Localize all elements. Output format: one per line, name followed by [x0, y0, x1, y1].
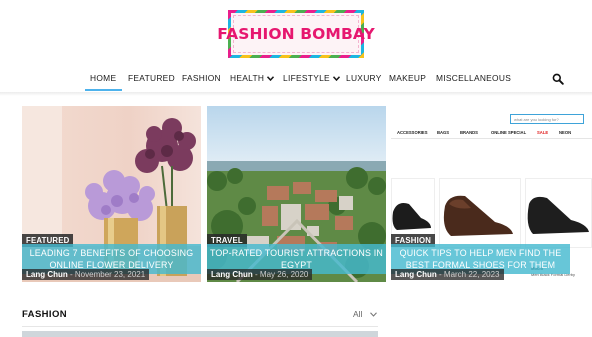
store-menu-item: BAGS: [437, 130, 450, 135]
logo-text: FASHION BOMBAY: [217, 25, 375, 43]
nav-item-label: FEATURED: [128, 73, 175, 83]
nav-item-label: LUXURY: [346, 73, 382, 83]
store-menu-item: BRANDS: [460, 130, 478, 135]
nav-item-label: LIFESTYLE: [283, 73, 330, 83]
author-link[interactable]: Lang Chun: [26, 270, 68, 279]
section-filter-dropdown[interactable]: All: [353, 309, 377, 319]
active-nav-indicator: [85, 89, 122, 91]
nav-item-label: MAKEUP: [389, 73, 427, 83]
nav-item-miscellaneous[interactable]: MISCELLANEOUS: [436, 73, 511, 83]
travel-post-card[interactable]: TRAVEL TOP-RATED TOURIST ATTRACTIONS IN …: [207, 106, 386, 282]
nav-item-label: MISCELLANEOUS: [436, 73, 512, 83]
page: FASHION BOMBAY HOME FEATURED FASHION HEA…: [0, 0, 592, 337]
nav-item-lifestyle[interactable]: LIFESTYLE: [283, 73, 340, 83]
header-divider: [0, 92, 592, 96]
nav-item-luxury[interactable]: LUXURY: [346, 73, 382, 83]
filter-label: All: [353, 309, 363, 319]
nav-item-label: FASHION: [182, 73, 221, 83]
site-logo[interactable]: FASHION BOMBAY: [217, 10, 375, 58]
main-navigation: HOME FEATURED FASHION HEALTH LIFESTYLE L…: [0, 66, 592, 92]
store-menu-item: ONLINE SPECIAL: [491, 130, 527, 135]
store-menu-item: NEON: [559, 130, 572, 135]
author-link[interactable]: Lang Chun: [395, 270, 437, 279]
nav-item-home[interactable]: HOME: [90, 73, 116, 83]
nav-item-featured[interactable]: FEATURED: [128, 73, 175, 83]
featured-post-card[interactable]: FEATURED LEADING 7 BENEFITS OF CHOOSING …: [22, 106, 201, 282]
search-icon[interactable]: [552, 72, 564, 85]
chevron-down-icon: [369, 309, 377, 319]
author-link[interactable]: Lang Chun: [211, 270, 253, 279]
post-date: May 26, 2020: [259, 270, 309, 279]
nav-item-label: HOME: [90, 73, 117, 83]
nav-item-makeup[interactable]: MAKEUP: [389, 73, 426, 83]
store-menu-divider: [391, 138, 592, 139]
section-divider: [22, 326, 378, 327]
post-title-line: QUICK TIPS TO HELP MEN FIND THE: [399, 248, 562, 258]
nav-item-health[interactable]: HEALTH: [230, 73, 275, 83]
nav-item-fashion[interactable]: FASHION: [182, 73, 221, 83]
post-meta: Lang Chun - March 22, 2023: [391, 269, 504, 280]
store-search-box: what are you looking for?: [510, 114, 584, 124]
post-date: March 22, 2023: [443, 270, 500, 279]
store-menu-item-sale: SALE: [537, 130, 549, 135]
nav-item-label: HEALTH: [230, 73, 265, 83]
section-post-image-top[interactable]: [22, 331, 378, 337]
post-meta: Lang Chun - May 26, 2020: [207, 269, 313, 280]
fashion-post-card[interactable]: what are you looking for? ACCESSORIES BA…: [391, 106, 592, 282]
chevron-down-icon: [332, 74, 340, 83]
store-menu-item: ACCESSORIES: [397, 130, 428, 135]
post-meta: Lang Chun - November 23, 2021: [22, 269, 150, 280]
post-date: November 23, 2021: [74, 270, 146, 279]
post-title-line: LEADING 7 BENEFITS OF CHOOSING: [29, 248, 194, 258]
chevron-down-icon: [267, 74, 275, 83]
post-title-line: TOP-RATED TOURIST ATTRACTIONS IN: [209, 248, 384, 258]
section-title: FASHION: [22, 309, 68, 320]
